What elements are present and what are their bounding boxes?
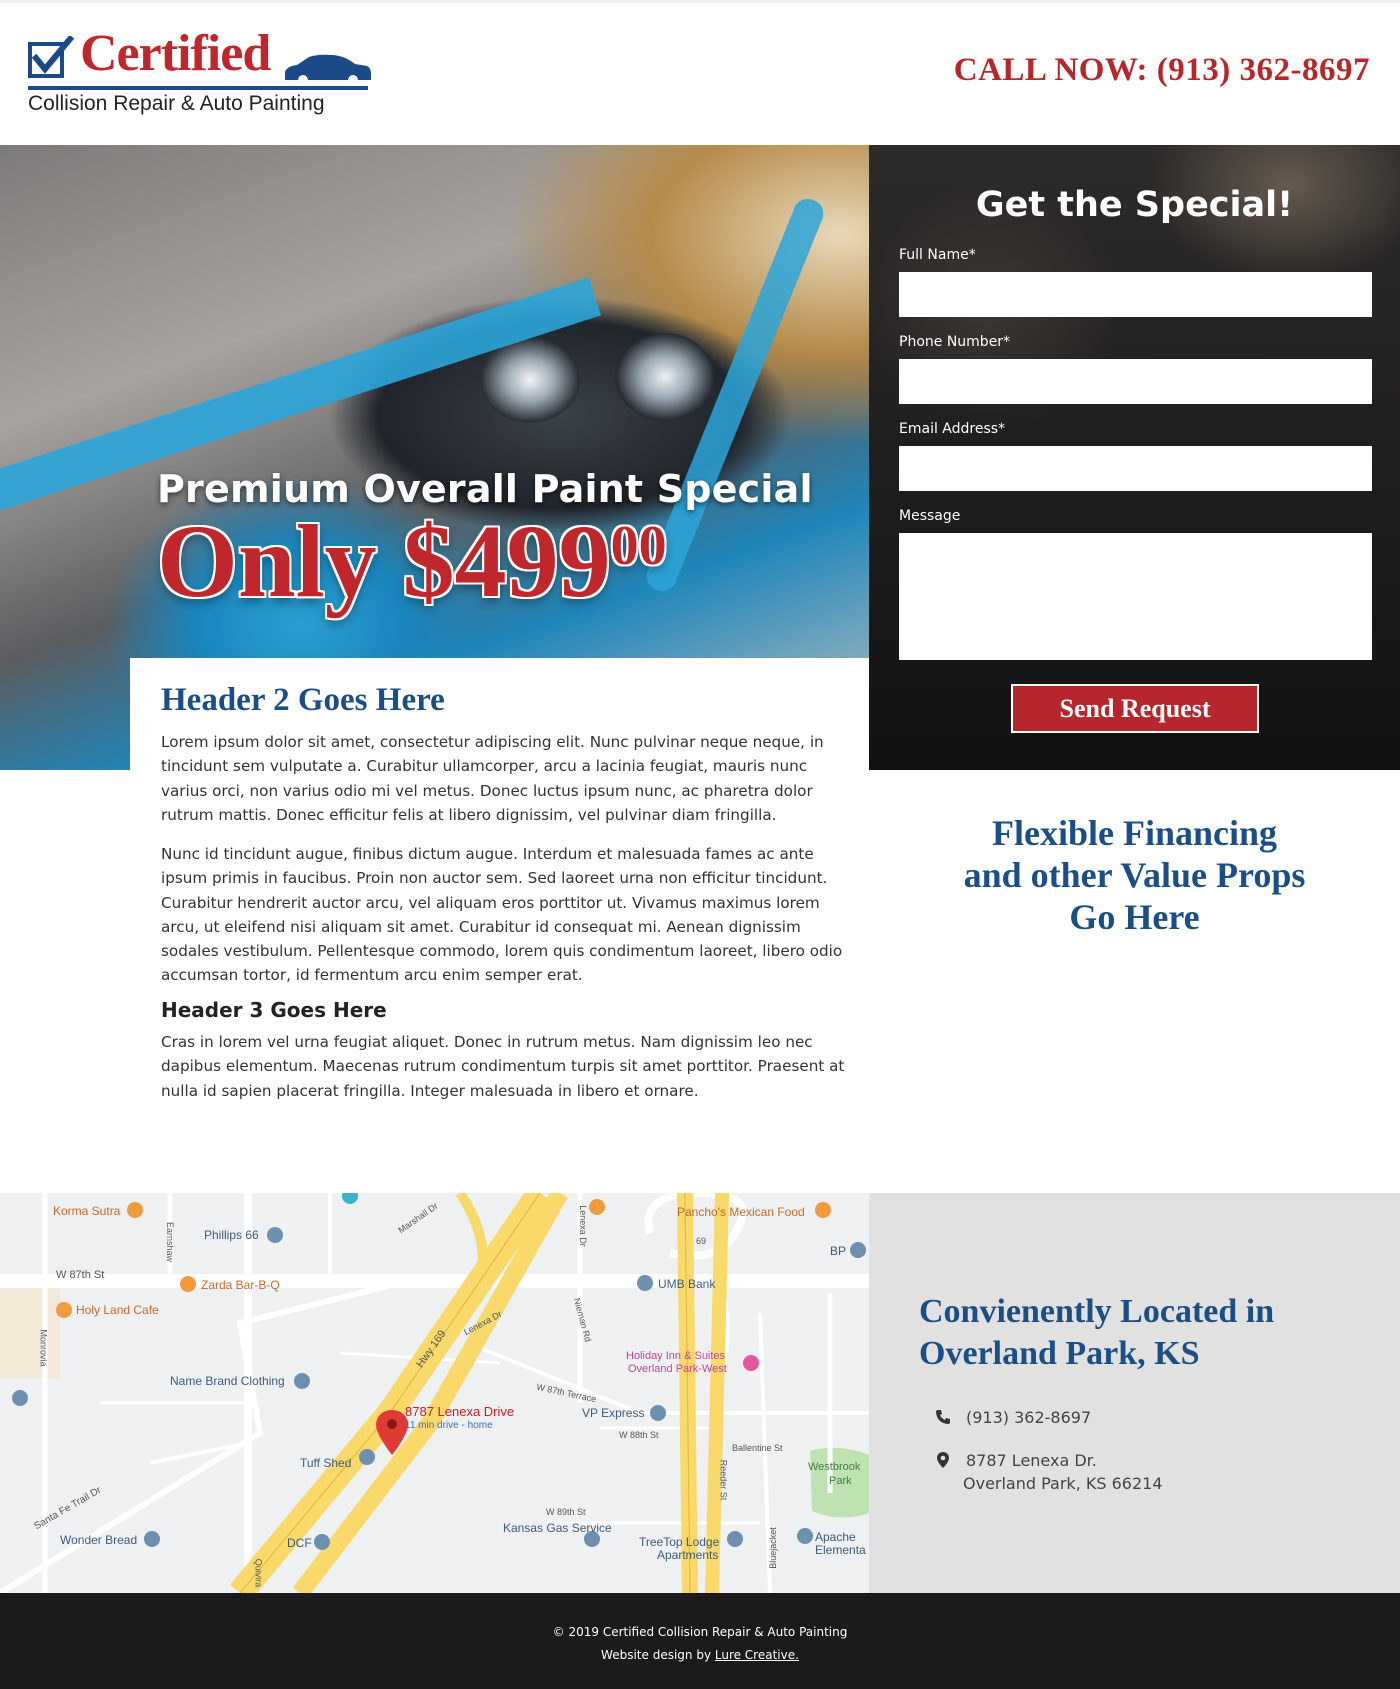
logo-tagline: Collision Repair & Auto Painting [28,92,325,115]
location-address-line1: 8787 Lenexa Dr. [966,1451,1097,1470]
content-header-2: Header 2 Goes Here [161,682,445,718]
map-label: TreeTop Lodge [639,1535,720,1549]
content-header-3: Header 3 Goes Here [161,998,387,1022]
map-label: Elementa [815,1543,866,1557]
map-label: VP Express [582,1406,645,1420]
map-label: Reeder St [718,1459,729,1501]
car-logo-icon [285,54,371,84]
map-label: Wonder Bread [60,1533,138,1547]
map-pin-sublabel: 11 min drive - home [405,1420,493,1431]
site-logo[interactable]: Certified Collision Repair & Auto Painti… [28,25,373,120]
map-label: Monrovia [38,1329,49,1367]
phone-number-label: Phone Number* [899,334,1011,350]
value-props-line: Flexible Financing [991,813,1277,853]
value-props-line: Go Here [1069,897,1200,937]
full-name-label: Full Name* [899,247,976,263]
map-label: W 89th St [546,1507,586,1517]
location-phone[interactable]: (913) 362-8697 [966,1408,1091,1427]
map-marker-icon [937,1452,949,1468]
map-label: Earnshaw [165,1221,176,1263]
phone-icon [936,1410,950,1424]
map-label: Tuff Shed [300,1456,352,1470]
map-label: 69 [696,1236,707,1246]
location-panel: Convienently Located in Overland Park, K… [869,1193,1400,1593]
map-label: Overland Park-West [628,1363,727,1375]
map-label: W 88th St [619,1430,659,1440]
location-title: Convienently Located in Overland Park, K… [919,1291,1274,1375]
content-paragraph: Nunc id tincidunt augue, finibus dictum … [161,845,843,985]
designer-link[interactable]: Lure Creative. [715,1648,799,1662]
message-label: Message [899,508,961,524]
call-now-phone[interactable]: CALL NOW: (913) 362-8697 [954,52,1370,89]
send-request-button[interactable]: Send Request [1011,684,1259,733]
map-label: Bluejacket [767,1527,778,1569]
full-name-input[interactable] [899,272,1372,317]
top-strip [0,0,1400,3]
site-header: Certified Collision Repair & Auto Painti… [0,0,1400,145]
message-textarea[interactable] [899,533,1372,660]
email-address-input[interactable] [899,446,1372,491]
location-address-line2: Overland Park, KS 66214 [963,1474,1163,1493]
hero-price: Only $49900 [157,510,667,614]
logo-wordmark: Certified [80,25,271,82]
map-label: Phillips 66 [204,1228,259,1242]
content-paragraph: Lorem ipsum dolor sit amet, consectetur … [161,733,824,824]
map-label: UMB Bank [658,1277,716,1291]
map-label: Lenexa Dr [577,1205,588,1247]
checkbox-logo-icon [28,36,74,78]
map-label: Westbrook [808,1461,861,1473]
value-props-heading: Flexible Financing and other Value Props… [869,812,1400,938]
map-label: Kansas Gas Service [503,1521,612,1535]
logo-underline [28,86,368,90]
map-label: BP [830,1244,847,1258]
content-paragraph: Cras in lorem vel urna feugiat aliquet. … [161,1033,845,1100]
map-label: Apartments [657,1548,719,1562]
footer-copyright: © 2019 Certified Collision Repair & Auto… [552,1625,848,1639]
location-map[interactable]: Korma Sutra Phillips 66 W 87th St Zarda … [0,1193,869,1593]
value-props-line: and other Value Props [963,855,1306,895]
map-label: Holy Land Cafe [76,1303,159,1317]
map-label: Apache [815,1530,856,1544]
email-address-label: Email Address* [899,421,1006,437]
map-label: Quivira [253,1558,264,1588]
form-title: Get the Special! [975,185,1294,225]
main-content: Header 2 Goes Here Lorem ipsum dolor sit… [130,658,869,1118]
hero-price-main: Only $499 [157,504,611,619]
map-label: Name Brand Clothing [170,1374,285,1388]
map-label: Pancho's Mexican Food [677,1205,805,1219]
location-title-line: Convienently Located in [919,1293,1275,1330]
map-label: Holiday Inn & Suites [626,1350,726,1362]
map-label: W 87th St [56,1269,105,1281]
hero-decor-stripe [642,194,828,596]
hero-price-cents: 00 [610,515,667,577]
footer-credit-prefix: Website design by [601,1648,715,1662]
map-label: Ballentine St [732,1443,783,1453]
map-pin-label[interactable]: 8787 Lenexa Drive [405,1404,514,1419]
map-label: Zarda Bar-B-Q [201,1278,280,1292]
map-label: Korma Sutra [53,1204,121,1218]
site-footer: © 2019 Certified Collision Repair & Auto… [0,1593,1400,1689]
footer-credit: Website design by Lure Creative. [0,1648,1400,1662]
phone-number-input[interactable] [899,359,1372,404]
location-title-line: Overland Park, KS [919,1335,1200,1372]
map-label: Park [829,1475,852,1487]
special-request-form: Get the Special! Full Name* Phone Number… [869,145,1400,770]
map-label: DCF [287,1536,312,1550]
